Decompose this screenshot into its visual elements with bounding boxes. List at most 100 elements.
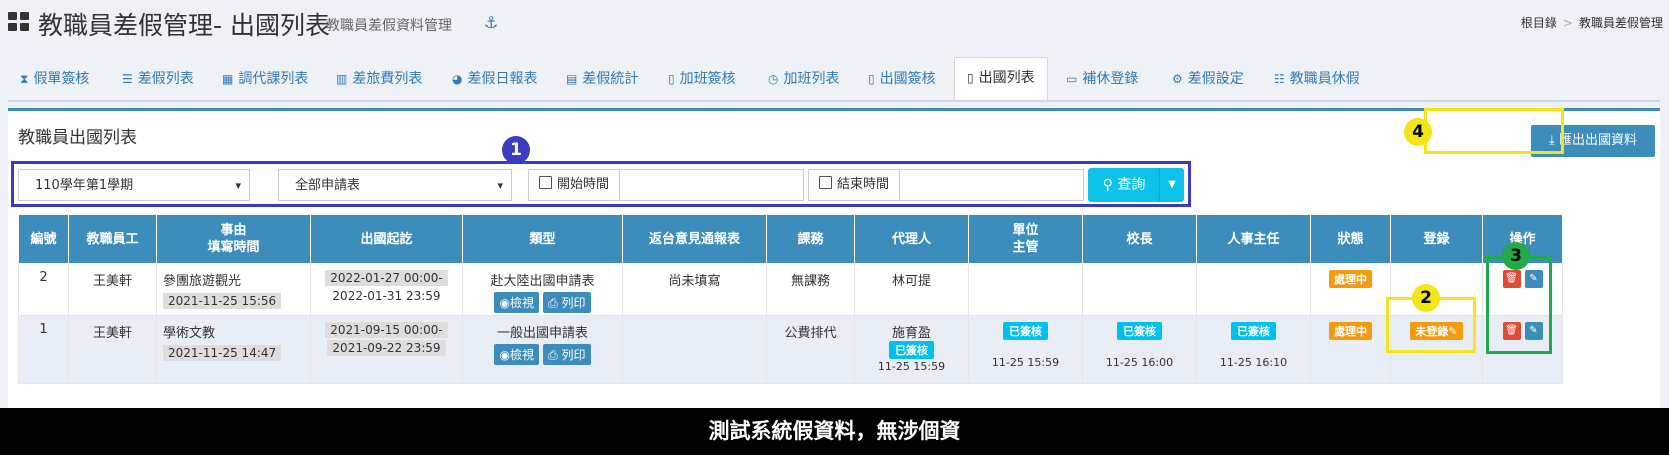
tab-overtime-approval[interactable]: ▯ 加班簽核	[656, 59, 748, 99]
breadcrumb: 根目錄 > 教職員差假管理	[1521, 14, 1663, 31]
cell-course: 無課務	[766, 263, 855, 316]
page-header: 教職員差假管理- 出國列表 教職員差假資料管理 ⚓ 根目錄 > 教職員差假管理	[0, 0, 1669, 48]
abroad-list-panel: 教職員出國列表 ⤓ 匯出出國資料 110學年第1學期 ▾ 全部申請表 ▾ 開始時間 …	[8, 108, 1660, 411]
status-badge: 處理中	[1329, 270, 1372, 288]
cell-staff: 王美軒	[68, 315, 157, 384]
cell-report	[622, 315, 767, 384]
tab-abroad-list[interactable]: ▯ 出國列表	[954, 57, 1048, 100]
filled-time: 2021-11-25 14:47	[163, 345, 282, 361]
cell-agent: 林可提	[854, 263, 969, 316]
col-reason: 事由 填寫時間	[156, 214, 311, 264]
cell-staff: 王美軒	[68, 263, 157, 316]
signed-badge: 已簽核	[1003, 322, 1048, 340]
cell-period: 2021-09-15 00:00- 2021-09-22 23:59	[310, 315, 463, 384]
filled-time: 2021-11-25 15:56	[163, 293, 282, 309]
print-button[interactable]: ⎙ 列印	[543, 344, 591, 365]
marker-4: 4	[1404, 118, 1432, 146]
col-unit: 單位 主管	[968, 214, 1083, 264]
col-period: 出國起訖	[310, 214, 463, 264]
eye-icon: ◉	[499, 348, 510, 362]
tab-leave-stats[interactable]: ▤ 差假統計	[554, 59, 650, 99]
breadcrumb-current: 教職員差假管理	[1578, 16, 1663, 30]
view-button[interactable]: ◉檢視	[494, 344, 539, 365]
cell-type: 赴大陸出國申請表 ◉檢視 ⎙ 列印	[462, 263, 623, 316]
cell-hr: 已簽核 11-25 16:10	[1196, 315, 1311, 384]
tab-leave-list[interactable]: ☰ 差假列表	[110, 59, 206, 99]
cell-principal: 已簽核 11-25 16:00	[1082, 315, 1197, 384]
signed-badge: 已簽核	[1117, 322, 1162, 340]
breadcrumb-separator: >	[1562, 16, 1573, 30]
abroad-table: 編號 教職員工 事由 填寫時間 出國起訖 類型 返台意見通報表 課務 代理人 單位…	[18, 214, 1563, 384]
cell-reason: 學術文教 2021-11-25 14:47	[156, 315, 311, 384]
cell-report: 尚未填寫	[622, 263, 767, 316]
tab-daily-report[interactable]: ◕ 差假日報表	[440, 59, 549, 99]
clock-icon: ◷	[768, 72, 779, 86]
tab-leave-approval[interactable]: ⧗ 假單簽核	[8, 59, 101, 99]
cell-agent: 施育盈 已簽核 11-25 15:59	[854, 315, 969, 384]
credit-card-icon: ▭	[1066, 72, 1078, 86]
tab-substitute-list[interactable]: ▦ 調代課列表	[210, 59, 320, 99]
col-principal: 校長	[1082, 214, 1197, 264]
col-agent: 代理人	[854, 214, 969, 264]
cell-no: 1	[18, 315, 69, 384]
cell-no: 2	[18, 263, 69, 316]
cell-period: 2022-01-27 00:00- 2022-01-31 23:59	[310, 263, 463, 316]
tab-compensatory-leave[interactable]: ▭ 補休登錄	[1054, 59, 1150, 99]
cell-status: 處理中	[1310, 315, 1391, 384]
table-icon: ▦	[222, 72, 234, 86]
page-title: 教職員差假管理- 出國列表	[38, 11, 330, 40]
tab-bar: ⧗ 假單簽核 ☰ 差假列表 ▦ 調代課列表 ▥ 差旅費列表 ◕ 差假日報表 ▤ 差假統計 ▯…	[8, 56, 1660, 102]
marker-1: 1	[502, 136, 530, 164]
sliders-icon: ☷	[1274, 72, 1285, 86]
hourglass-icon: ⧗	[20, 72, 29, 86]
print-icon: ⎙	[548, 348, 562, 362]
highlight-box-ops	[1486, 256, 1552, 354]
col-staff: 教職員工	[68, 214, 157, 264]
eye-icon: ◉	[499, 296, 510, 310]
tab-travel-expense[interactable]: ▥ 差旅費列表	[324, 59, 434, 99]
col-register: 登錄	[1390, 214, 1483, 264]
print-button[interactable]: ⎙ 列印	[543, 292, 591, 313]
marker-2: 2	[1412, 284, 1440, 312]
table-header-row: 編號 教職員工 事由 填寫時間 出國起訖 類型 返台意見通報表 課務 代理人 單位…	[18, 214, 1563, 264]
caption-bar: 測試系統假資料，無涉個資	[0, 408, 1669, 455]
view-button[interactable]: ◉檢視	[494, 292, 539, 313]
cell-course: 公費排代	[766, 315, 855, 384]
anchor-icon[interactable]: ⚓	[484, 13, 498, 32]
cell-unit: 已簽核 11-25 15:59	[968, 315, 1083, 384]
col-type: 類型	[462, 214, 623, 264]
cell-status: 處理中	[1310, 263, 1391, 316]
file-icon: ▯	[668, 72, 675, 86]
tab-leave-settings[interactable]: ⚙ 差假設定	[1160, 59, 1256, 99]
breadcrumb-root[interactable]: 根目錄	[1521, 16, 1557, 30]
tab-overtime-list[interactable]: ◷ 加班列表	[756, 59, 851, 99]
grid-icon	[8, 12, 30, 32]
col-no: 編號	[18, 214, 69, 264]
cell-reason: 參團旅遊觀光 2021-11-25 15:56	[156, 263, 311, 316]
signed-badge: 已簽核	[1231, 322, 1276, 340]
col-course: 課務	[766, 214, 855, 264]
col-status: 狀態	[1310, 214, 1391, 264]
pie-chart-icon: ◕	[452, 72, 463, 86]
cogs-icon: ⚙	[1172, 72, 1183, 86]
cell-unit	[968, 263, 1083, 316]
table-row: 2 王美軒 參團旅遊觀光 2021-11-25 15:56 2022-01-27 …	[18, 263, 1563, 316]
highlight-box-export	[1424, 108, 1564, 154]
col-hr: 人事主任	[1196, 214, 1311, 264]
signed-badge: 已簽核	[889, 341, 934, 359]
col-report: 返台意見通報表	[622, 214, 767, 264]
highlight-box-filters	[11, 161, 1191, 207]
tab-staff-vacation[interactable]: ☷ 教職員休假	[1262, 59, 1372, 99]
file-text-icon: ▯	[868, 72, 875, 86]
tab-abroad-approval[interactable]: ▯ 出國簽核	[856, 59, 948, 99]
marker-3: 3	[1502, 242, 1530, 270]
page-subtitle: 教職員差假資料管理	[326, 18, 452, 34]
calculator-icon: ▤	[566, 72, 578, 86]
file-text-icon: ▯	[967, 71, 974, 85]
status-badge: 處理中	[1329, 322, 1372, 340]
print-icon: ⎙	[548, 296, 562, 310]
list-icon: ☰	[122, 72, 133, 86]
panel-title: 教職員出國列表	[18, 128, 137, 148]
cell-principal	[1082, 263, 1197, 316]
cell-hr	[1196, 263, 1311, 316]
